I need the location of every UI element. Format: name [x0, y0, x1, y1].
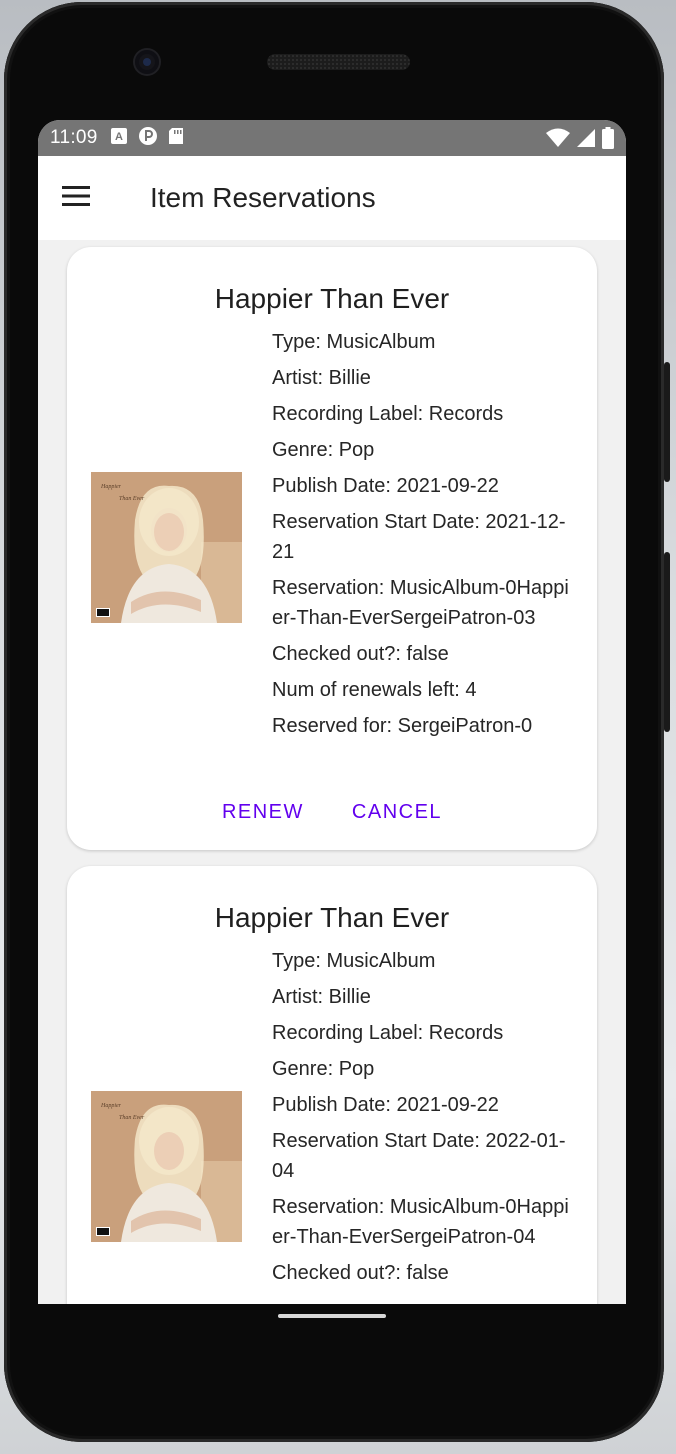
item-publish-date: Publish Date: 2021-09-22	[272, 1094, 499, 1116]
page-title: Item Reservations	[150, 182, 376, 213]
item-type: Type: MusicAlbum	[272, 950, 436, 972]
item-recording-label: Recording Label: Records	[272, 1022, 504, 1044]
app-bar: Item Reservations	[38, 156, 626, 240]
earpiece-speaker	[267, 54, 410, 70]
album-art: Happier Than Ever	[91, 472, 242, 623]
svg-text:Than Ever: Than Ever	[119, 496, 145, 502]
reservation-card: Happier Than Ever Happier Than Ever Type…	[67, 247, 597, 850]
status-time: 11:09	[50, 127, 98, 148]
reservation-id: Reservation: MusicAlbum-0Happier-Than-Ev…	[272, 577, 569, 629]
battery-icon	[602, 127, 614, 154]
reservation-card: Happier Than Ever Happier Than Ever Type…	[67, 866, 597, 1304]
cancel-button[interactable]: CANCEL	[352, 801, 442, 824]
checked-out-status: Checked out?: false	[272, 1262, 449, 1284]
reserved-for: Reserved for: SergeiPatron-0	[272, 715, 533, 737]
item-details: Type: MusicAlbum Artist: Billie Recordin…	[272, 946, 572, 1294]
card-actions: RENEW CANCEL	[67, 801, 597, 824]
item-publish-date: Publish Date: 2021-09-22	[272, 475, 499, 497]
hamburger-menu-icon	[62, 185, 90, 211]
renew-button[interactable]: RENEW	[222, 801, 304, 824]
item-recording-label: Recording Label: Records	[272, 403, 504, 425]
item-title: Happier Than Ever	[214, 283, 450, 314]
sync-notification-icon	[138, 126, 158, 151]
item-type: Type: MusicAlbum	[272, 331, 436, 353]
item-title: Happier Than Ever	[214, 902, 450, 933]
reservation-list[interactable]: Happier Than Ever Happier Than Ever Type…	[38, 240, 626, 1304]
reservation-start-date: Reservation Start Date: 2021-12-21	[272, 511, 566, 563]
front-camera	[135, 50, 159, 74]
renewals-left: Num of renewals left: 4	[272, 679, 477, 701]
svg-text:Than Ever: Than Ever	[119, 1115, 145, 1121]
item-artist: Artist: Billie	[272, 367, 371, 389]
power-button	[664, 362, 670, 482]
svg-text:A: A	[115, 131, 123, 143]
text-notification-icon: A	[110, 127, 128, 150]
item-artist: Artist: Billie	[272, 986, 371, 1008]
item-details: Type: MusicAlbum Artist: Billie Recordin…	[272, 327, 572, 747]
svg-text:Happier: Happier	[100, 1103, 122, 1109]
reservation-id: Reservation: MusicAlbum-0Happier-Than-Ev…	[272, 1196, 569, 1248]
svg-text:Happier: Happier	[100, 484, 122, 490]
volume-button	[664, 552, 670, 732]
album-art: Happier Than Ever	[91, 1091, 242, 1242]
menu-button[interactable]	[48, 170, 104, 226]
item-genre: Genre: Pop	[272, 439, 375, 461]
item-genre: Genre: Pop	[272, 1058, 375, 1080]
sd-card-icon	[168, 127, 184, 150]
checked-out-status: Checked out?: false	[272, 643, 449, 665]
reservation-start-date: Reservation Start Date: 2022-01-04	[272, 1130, 566, 1182]
signal-icon	[576, 128, 596, 153]
wifi-icon	[546, 128, 570, 153]
screen: 11:09 A Item Reservations Happier Than E…	[38, 120, 626, 1304]
status-bar: 11:09 A	[38, 120, 626, 156]
home-indicator[interactable]	[278, 1314, 386, 1318]
